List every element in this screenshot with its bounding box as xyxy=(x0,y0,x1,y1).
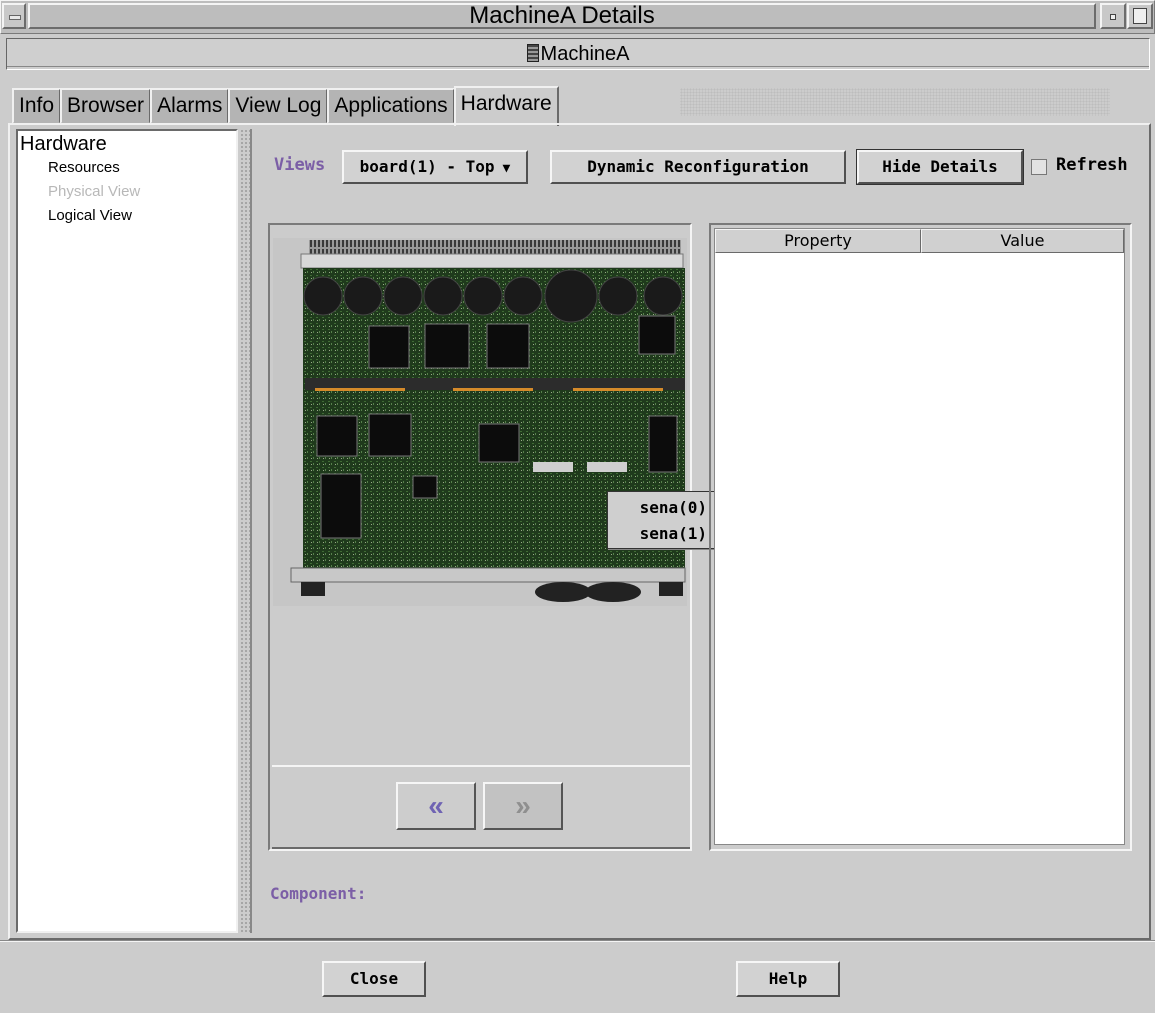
popup-item-sena-1[interactable]: sena(1) xyxy=(640,524,707,543)
next-view-button: » xyxy=(483,782,563,830)
tree-item-resources[interactable]: Resources xyxy=(48,159,120,176)
tab-bar: Info Browser Alarms View Log Application… xyxy=(12,86,559,126)
refresh-label: Refresh xyxy=(1056,155,1128,175)
minimize-button[interactable] xyxy=(1100,3,1126,29)
dropdown-arrow-icon: ▼ xyxy=(502,161,511,176)
hide-details-button[interactable]: Hide Details xyxy=(857,150,1023,184)
machine-name: MachineA xyxy=(540,43,630,65)
tree-item-physical-view: Physical View xyxy=(48,183,141,200)
column-header-property[interactable]: Property xyxy=(715,229,921,253)
column-header-value[interactable]: Value xyxy=(921,229,1124,253)
circuit-board-photo xyxy=(290,240,686,602)
properties-table[interactable] xyxy=(714,228,1125,845)
tab-view-log[interactable]: View Log xyxy=(228,88,329,124)
previous-view-button[interactable]: « xyxy=(396,782,476,830)
tree-root-hardware[interactable]: Hardware xyxy=(20,133,107,156)
views-selected-value: board(1) - Top xyxy=(359,157,495,176)
maximize-button[interactable] xyxy=(1127,3,1153,29)
close-button[interactable]: Close xyxy=(322,961,426,997)
views-dropdown[interactable]: board(1) - Top ▼ xyxy=(342,150,528,184)
footer-divider xyxy=(0,940,1155,942)
tab-info[interactable]: Info xyxy=(12,88,62,124)
tab-bar-filler xyxy=(680,88,1110,116)
component-label: Component: xyxy=(270,884,367,903)
board-image[interactable] xyxy=(273,238,687,606)
help-button[interactable]: Help xyxy=(736,961,840,997)
chevron-right-icon: » xyxy=(515,790,531,821)
dynamic-reconfiguration-button[interactable]: Dynamic Reconfiguration xyxy=(550,150,846,184)
image-navigation-bar xyxy=(272,765,690,849)
tab-browser[interactable]: Browser xyxy=(60,88,152,124)
tab-alarms[interactable]: Alarms xyxy=(150,88,230,124)
chevron-left-icon: « xyxy=(428,790,444,821)
views-label: Views xyxy=(274,155,326,175)
tab-applications[interactable]: Applications xyxy=(327,88,455,124)
server-icon xyxy=(526,44,539,62)
split-pane-divider[interactable] xyxy=(240,129,252,933)
window-title: MachineA Details xyxy=(28,3,1096,29)
refresh-checkbox[interactable] xyxy=(1031,159,1047,175)
tree-item-logical-view[interactable]: Logical View xyxy=(48,207,132,224)
hardware-tree[interactable]: Hardware Resources Physical View Logical… xyxy=(16,129,238,933)
tab-hardware[interactable]: Hardware xyxy=(453,86,559,126)
machine-header: MachineA xyxy=(6,38,1150,70)
popup-item-sena-0[interactable]: sena(0) xyxy=(640,498,707,517)
window-menu-button[interactable] xyxy=(2,3,26,29)
